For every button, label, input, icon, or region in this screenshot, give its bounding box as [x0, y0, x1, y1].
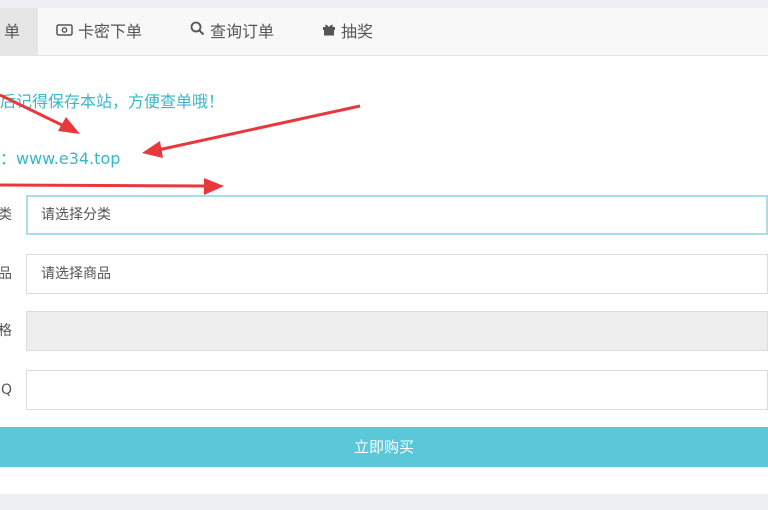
notice-save-site: 后记得保存本站，方便查单哦！ — [0, 92, 225, 111]
product-label: 品 — [0, 266, 12, 282]
tab-lottery-label: 抽奖 — [341, 22, 374, 41]
arrow-2 — [142, 104, 361, 158]
category-label: 类 — [0, 207, 12, 223]
buy-now-button[interactable]: 立即购买 — [0, 427, 768, 467]
search-icon — [190, 7, 205, 55]
row-price: 格 — [0, 311, 768, 351]
tab-query-order-label: 查询订单 — [210, 22, 275, 41]
arrow-3 — [0, 178, 224, 195]
tab-order[interactable]: 单 — [0, 8, 38, 56]
price-label: 格 — [0, 323, 12, 339]
qq-label: Q — [0, 382, 12, 398]
qq-input[interactable] — [26, 370, 768, 410]
product-select[interactable]: 请选择商品 — [26, 254, 768, 294]
row-category: 类 请选择分类 — [0, 195, 768, 235]
card-icon — [56, 7, 73, 55]
row-qq: Q — [0, 370, 768, 410]
tab-query-order[interactable]: 查询订单 — [190, 8, 274, 56]
bottom-strip — [0, 494, 768, 510]
price-field — [26, 311, 768, 351]
gift-icon — [322, 7, 336, 55]
notice-site-url: ：www.e34.top — [0, 149, 121, 168]
category-select[interactable]: 请选择分类 — [26, 195, 768, 235]
tab-card-order-label: 卡密下单 — [78, 22, 143, 41]
tab-bar: 单 卡密下单 查询订单 抽奖 — [0, 8, 768, 56]
tab-lottery[interactable]: 抽奖 — [322, 8, 373, 56]
row-product: 品 请选择商品 — [0, 254, 768, 294]
tab-order-label: 单 — [4, 22, 21, 41]
tab-card-order[interactable]: 卡密下单 — [56, 8, 142, 56]
top-strip — [0, 0, 768, 8]
app-root: 单 卡密下单 查询订单 抽奖 后记得保存本站，方便查单哦！ ：www.e34.t… — [0, 0, 768, 510]
